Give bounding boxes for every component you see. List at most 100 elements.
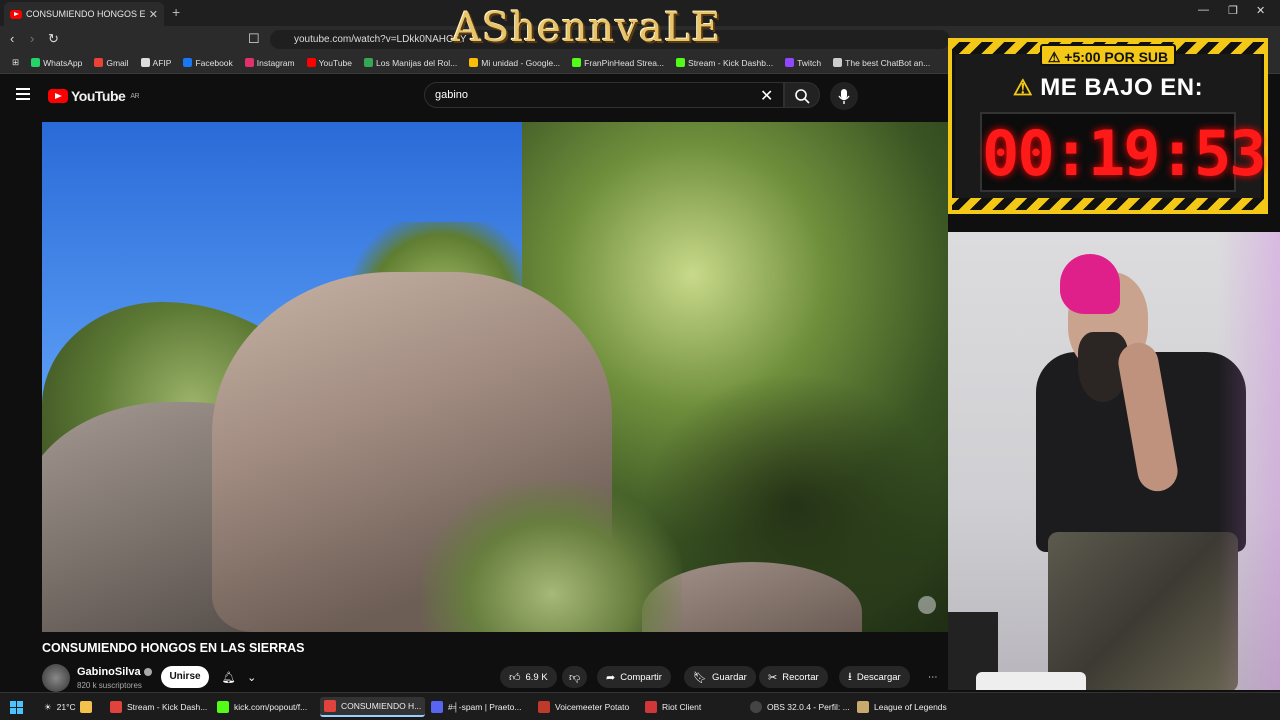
download-icon: ⭳ bbox=[848, 670, 852, 683]
bookmark-favicon-icon bbox=[364, 58, 373, 67]
chevron-down-icon: ⌄ bbox=[247, 671, 257, 684]
search-input[interactable]: gabino bbox=[424, 82, 784, 108]
warning-icon: ⚠ bbox=[1047, 49, 1061, 65]
save-button[interactable]: 🔖︎ Guardar bbox=[684, 666, 756, 688]
taskbar-item[interactable]: #╡-spam | Praeto... bbox=[427, 697, 525, 717]
webcam-feed bbox=[948, 232, 1280, 690]
video-player[interactable] bbox=[42, 122, 948, 632]
warning-icon: ⚠ bbox=[1012, 75, 1034, 100]
video-overlay-button[interactable] bbox=[918, 596, 936, 614]
reload-icon[interactable]: ↻ bbox=[48, 31, 59, 47]
channel-avatar[interactable] bbox=[42, 664, 70, 692]
app-icon bbox=[750, 701, 762, 713]
bookmark-item[interactable]: YouTube bbox=[301, 58, 358, 68]
microphone-icon bbox=[838, 89, 850, 104]
bookmark-favicon-icon bbox=[306, 58, 316, 67]
bookmark-item[interactable]: FranPinHead Strea... bbox=[566, 58, 670, 68]
youtube-logo[interactable]: YouTube AR bbox=[48, 88, 140, 104]
scissors-icon: ✂ bbox=[768, 671, 778, 684]
bookmark-item[interactable]: The best ChatBot an... bbox=[827, 58, 936, 68]
browser-tab-active[interactable]: CONSUMIENDO HONGOS EI ✕ bbox=[4, 2, 164, 26]
bookmark-item[interactable]: Mi unidad - Google... bbox=[463, 58, 566, 68]
bookmark-favicon-icon bbox=[94, 58, 104, 67]
windows-taskbar: ☀ 21°C Stream - Kick Dash... kick.com/pop… bbox=[0, 692, 1280, 720]
timer-headline: ⚠ ME BAJO EN: bbox=[1012, 74, 1204, 101]
subathon-timer-panel: ⚠ +5:00 POR SUB ⚠ ME BAJO EN: 00:19:53 bbox=[948, 38, 1268, 214]
taskbar-item[interactable]: CONSUMIENDO H... bbox=[320, 697, 426, 717]
sub-bonus-tag: ⚠ +5:00 POR SUB bbox=[1040, 44, 1176, 66]
youtube-play-icon bbox=[48, 89, 68, 103]
bookmark-favicon-icon bbox=[785, 58, 795, 67]
tab-title: CONSUMIENDO HONGOS EI bbox=[26, 9, 145, 19]
bookmark-favicon-icon bbox=[183, 58, 193, 67]
notification-bell-button[interactable]: 🔔︎ ⌄ bbox=[216, 666, 262, 688]
bookmark-favicon-icon bbox=[833, 58, 843, 67]
youtube-header: YouTube AR gabino ✕ bbox=[0, 74, 948, 118]
forward-icon[interactable]: › bbox=[30, 31, 34, 46]
app-icon bbox=[645, 701, 657, 713]
bookmark-item[interactable]: Instagram bbox=[239, 58, 301, 68]
taskbar-item[interactable]: League of Legends bbox=[853, 697, 951, 717]
voice-search-button[interactable] bbox=[830, 82, 858, 110]
thumbs-down-icon: 👎︎ bbox=[569, 671, 581, 684]
bookmark-item[interactable]: Los Manijas del Rol... bbox=[358, 58, 463, 68]
stream-logo-overlay: AShennvaLE bbox=[452, 5, 722, 51]
app-icon bbox=[324, 700, 336, 712]
download-button[interactable]: ⭳ Descargar bbox=[839, 666, 910, 688]
video-title: CONSUMIENDO HONGOS EN LAS SIERRAS bbox=[42, 641, 305, 655]
countdown-timer: 00:19:53 bbox=[980, 112, 1267, 192]
bookmark-favicon-icon bbox=[676, 58, 686, 67]
like-button[interactable]: 👍︎ 6.9 K bbox=[500, 666, 557, 688]
weather-widget[interactable]: ☀ 21°C bbox=[40, 697, 80, 717]
clear-search-icon[interactable]: ✕ bbox=[760, 86, 773, 106]
save-icon: 🔖︎ bbox=[693, 671, 707, 684]
clip-button[interactable]: ✂ Recortar bbox=[759, 666, 828, 688]
taskbar-item[interactable]: Stream - Kick Dash... bbox=[106, 697, 211, 717]
file-explorer-icon[interactable] bbox=[76, 697, 96, 717]
more-actions-button[interactable]: ⋯ bbox=[922, 666, 944, 688]
app-icon bbox=[217, 701, 229, 713]
bookmark-item[interactable]: Facebook bbox=[177, 58, 238, 68]
apps-grid-icon[interactable]: ⊞ bbox=[6, 57, 25, 68]
bookmark-favicon-icon bbox=[469, 58, 479, 67]
taskbar-item[interactable]: Riot Client bbox=[641, 697, 705, 717]
back-icon[interactable]: ‹ bbox=[10, 31, 14, 46]
search-button[interactable] bbox=[784, 82, 820, 108]
bookmark-icon[interactable]: ☐ bbox=[248, 31, 260, 47]
subscriber-count: 820 k suscriptores bbox=[77, 681, 142, 690]
tab-close-icon[interactable]: ✕ bbox=[149, 8, 158, 21]
share-button[interactable]: ➦ Compartir bbox=[597, 666, 671, 688]
taskbar-item[interactable]: kick.com/popout/f... bbox=[213, 697, 311, 717]
maximize-icon[interactable]: ❐ bbox=[1228, 4, 1238, 17]
bookmark-item[interactable]: Twitch bbox=[779, 58, 827, 68]
channel-name[interactable]: GabinoSilva bbox=[77, 666, 152, 678]
bookmark-item[interactable]: Gmail bbox=[88, 58, 134, 68]
verified-icon bbox=[143, 668, 152, 677]
bookmark-favicon-icon bbox=[244, 58, 254, 67]
windows-start-icon[interactable] bbox=[10, 701, 23, 714]
region-code: AR bbox=[130, 92, 140, 100]
bookmark-item[interactable]: AFIP bbox=[135, 58, 178, 68]
minimize-icon[interactable]: — bbox=[1198, 4, 1209, 16]
youtube-favicon-icon bbox=[10, 9, 22, 19]
bookmark-favicon-icon bbox=[140, 58, 150, 67]
join-button[interactable]: Unirse bbox=[161, 666, 209, 688]
taskbar-item[interactable]: Voicemeeter Potato bbox=[534, 697, 633, 717]
app-icon bbox=[538, 701, 550, 713]
app-icon bbox=[431, 701, 443, 713]
menu-icon[interactable] bbox=[16, 88, 30, 100]
youtube-logo-text: YouTube bbox=[71, 88, 126, 104]
taskbar-item[interactable]: OBS 32.0.4 - Perfil: ... bbox=[746, 697, 854, 717]
app-icon bbox=[110, 701, 122, 713]
bell-icon: 🔔︎ bbox=[221, 671, 236, 684]
weather-icon: ☀ bbox=[44, 701, 52, 712]
app-icon bbox=[857, 701, 869, 713]
dislike-button[interactable]: 👎︎ bbox=[562, 666, 588, 688]
share-icon: ➦ bbox=[606, 671, 616, 684]
window-close-icon[interactable]: ✕ bbox=[1256, 4, 1265, 17]
new-tab-button[interactable]: + bbox=[172, 4, 180, 20]
bookmark-item[interactable]: WhatsApp bbox=[25, 58, 88, 68]
thumbs-up-icon: 👍︎ bbox=[509, 671, 521, 684]
bookmark-favicon-icon bbox=[572, 58, 582, 67]
bookmark-item[interactable]: Stream - Kick Dashb... bbox=[670, 58, 779, 68]
